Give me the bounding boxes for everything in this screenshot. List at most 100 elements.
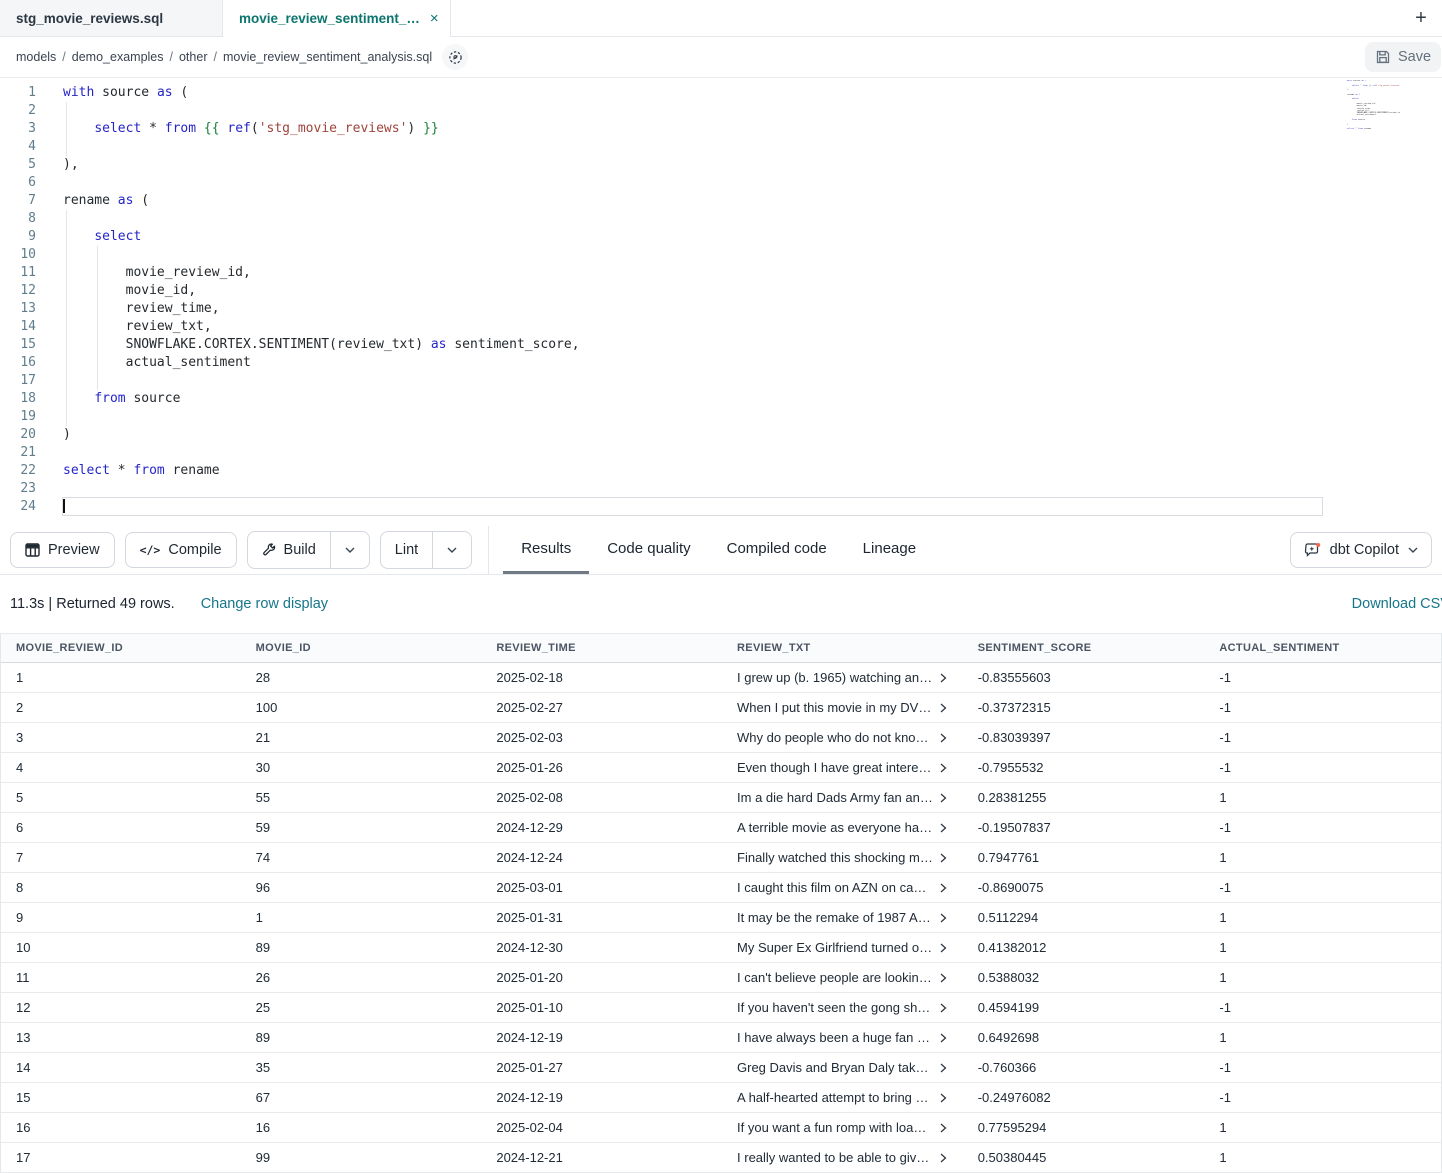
code-line[interactable]: 20)	[0, 426, 1442, 444]
cell-review-txt: Greg Davis and Bryan Daly take some …	[722, 1053, 963, 1082]
expand-cell-chevron-right-icon[interactable]	[940, 913, 947, 923]
column-header-movie-id[interactable]: MOVIE_ID	[241, 634, 482, 662]
expand-cell-chevron-right-icon[interactable]	[940, 1063, 947, 1073]
preview-button[interactable]: Preview	[10, 532, 115, 568]
line-number: 7	[0, 192, 36, 210]
cell-movie-review-id: 9	[1, 903, 241, 932]
code-line[interactable]: 17	[0, 372, 1442, 390]
expand-cell-chevron-right-icon[interactable]	[940, 823, 947, 833]
table-row[interactable]: 7742024-12-24Finally watched this shocki…	[1, 843, 1441, 873]
breadcrumb-part: models	[16, 50, 56, 64]
expand-cell-chevron-right-icon[interactable]	[940, 673, 947, 683]
cell-sentiment-score: -0.760366	[963, 1053, 1205, 1082]
cell-actual-sentiment: 1	[1204, 963, 1441, 992]
review-text: A terrible movie as everyone has said. …	[737, 820, 933, 835]
code-line[interactable]: 10	[0, 246, 1442, 264]
build-dropdown-button[interactable]	[330, 532, 369, 568]
expand-cell-chevron-right-icon[interactable]	[940, 763, 947, 773]
expand-cell-chevron-right-icon[interactable]	[940, 703, 947, 713]
code-line[interactable]: 12 movie_id,	[0, 282, 1442, 300]
cell-movie-id: 74	[241, 843, 482, 872]
code-line[interactable]: 23	[0, 480, 1442, 498]
expand-cell-chevron-right-icon[interactable]	[940, 1093, 947, 1103]
code-line[interactable]: 1with source as (	[0, 84, 1442, 102]
breadcrumb-part: demo_examples	[72, 50, 164, 64]
code-line[interactable]: 19	[0, 408, 1442, 426]
table-row[interactable]: 21002025-02-27When I put this movie in m…	[1, 693, 1441, 723]
code-line[interactable]: 13 review_time,	[0, 300, 1442, 318]
dbt-copilot-button[interactable]: dbt Copilot	[1290, 532, 1432, 568]
tab-compiled-code[interactable]: Compiled code	[709, 526, 845, 574]
table-row[interactable]: 15672024-12-19A half-hearted attempt to …	[1, 1083, 1441, 1113]
copilot-compass-button[interactable]	[442, 44, 468, 70]
code-line[interactable]: 7rename as (	[0, 192, 1442, 210]
expand-cell-chevron-right-icon[interactable]	[940, 883, 947, 893]
code-line[interactable]: 15 SNOWFLAKE.CORTEX.SENTIMENT(review_txt…	[0, 336, 1442, 354]
table-row[interactable]: 14352025-01-27Greg Davis and Bryan Daly …	[1, 1053, 1441, 1083]
table-row[interactable]: 6592024-12-29A terrible movie as everyon…	[1, 813, 1441, 843]
file-tab-movie-review-sentiment[interactable]: movie_review_sentiment_… ×	[223, 0, 451, 37]
tab-code-quality[interactable]: Code quality	[589, 526, 708, 574]
file-tab-stg-movie-reviews[interactable]: stg_movie_reviews.sql	[0, 0, 223, 36]
column-header-review-time[interactable]: REVIEW_TIME	[481, 634, 722, 662]
tab-results[interactable]: Results	[503, 526, 589, 574]
build-button[interactable]: Build	[248, 532, 330, 568]
code-line[interactable]: 24	[0, 498, 1442, 516]
code-line[interactable]: 8	[0, 210, 1442, 228]
table-row[interactable]: 13892024-12-19I have always been a huge …	[1, 1023, 1441, 1053]
table-row[interactable]: 16162025-02-04If you want a fun romp wit…	[1, 1113, 1441, 1143]
column-header-sentiment-score[interactable]: SENTIMENT_SCORE	[963, 634, 1205, 662]
expand-cell-chevron-right-icon[interactable]	[940, 1003, 947, 1013]
table-row[interactable]: 8962025-03-01I caught this film on AZN o…	[1, 873, 1441, 903]
table-row[interactable]: 12252025-01-10If you haven't seen the go…	[1, 993, 1441, 1023]
close-icon[interactable]: ×	[430, 11, 439, 26]
expand-cell-chevron-right-icon[interactable]	[940, 793, 947, 803]
expand-cell-chevron-right-icon[interactable]	[940, 943, 947, 953]
lint-button[interactable]: Lint	[381, 532, 432, 568]
expand-cell-chevron-right-icon[interactable]	[940, 733, 947, 743]
code-line[interactable]: 16 actual_sentiment	[0, 354, 1442, 372]
lint-dropdown-button[interactable]	[432, 532, 471, 568]
table-row[interactable]: 912025-01-31It may be the remake of 1987…	[1, 903, 1441, 933]
compile-button[interactable]: </> Compile	[125, 532, 237, 568]
expand-cell-chevron-right-icon[interactable]	[940, 1153, 947, 1163]
new-tab-button[interactable]: +	[1406, 0, 1436, 36]
cell-review-time: 2024-12-19	[481, 1023, 722, 1052]
table-row[interactable]: 11262025-01-20I can't believe people are…	[1, 963, 1441, 993]
expand-cell-chevron-right-icon[interactable]	[940, 973, 947, 983]
code-line[interactable]: 4	[0, 138, 1442, 156]
tab-lineage[interactable]: Lineage	[845, 526, 934, 574]
table-row[interactable]: 1282025-02-18I grew up (b. 1965) watchin…	[1, 663, 1441, 693]
code-line[interactable]: 9 select	[0, 228, 1442, 246]
code-line[interactable]: 6	[0, 174, 1442, 192]
line-number: 18	[0, 390, 36, 408]
code-line[interactable]: 22select * from rename	[0, 462, 1442, 480]
code-line[interactable]: 5),	[0, 156, 1442, 174]
expand-cell-chevron-right-icon[interactable]	[940, 1123, 947, 1133]
table-row[interactable]: 5552025-02-08Im a die hard Dads Army fan…	[1, 783, 1441, 813]
column-header-actual-sentiment[interactable]: ACTUAL_SENTIMENT	[1204, 634, 1441, 662]
cell-movie-id: 26	[241, 963, 482, 992]
table-row[interactable]: 3212025-02-03Why do people who do not kn…	[1, 723, 1441, 753]
code-line[interactable]: 18 from source	[0, 390, 1442, 408]
code-line[interactable]: 3 select * from {{ ref('stg_movie_review…	[0, 120, 1442, 138]
cell-sentiment-score: -0.83555603	[963, 663, 1205, 692]
column-header-review-txt[interactable]: REVIEW_TXT	[722, 634, 963, 662]
code-editor[interactable]: 1with source as (23 select * from {{ ref…	[0, 78, 1442, 526]
download-csv-link[interactable]: Download CSV	[1352, 596, 1442, 612]
code-line[interactable]: 14 review_txt,	[0, 318, 1442, 336]
code-line[interactable]: 2	[0, 102, 1442, 120]
expand-cell-chevron-right-icon[interactable]	[940, 1033, 947, 1043]
save-button[interactable]: Save	[1365, 42, 1441, 72]
table-row[interactable]: 10892024-12-30My Super Ex Girlfriend tur…	[1, 933, 1441, 963]
code-line[interactable]: 11 movie_review_id,	[0, 264, 1442, 282]
cell-sentiment-score: 0.6492698	[963, 1023, 1205, 1052]
change-row-display-link[interactable]: Change row display	[201, 596, 328, 612]
column-header-movie-review-id[interactable]: MOVIE_REVIEW_ID	[1, 634, 241, 662]
expand-cell-chevron-right-icon[interactable]	[940, 853, 947, 863]
table-row[interactable]: 4302025-01-26Even though I have great in…	[1, 753, 1441, 783]
table-row[interactable]: 17992024-12-21I really wanted to be able…	[1, 1143, 1441, 1173]
code-line[interactable]: with source as (	[1320, 80, 1400, 82]
code-line[interactable]: 21	[0, 444, 1442, 462]
line-number: 15	[0, 336, 36, 354]
